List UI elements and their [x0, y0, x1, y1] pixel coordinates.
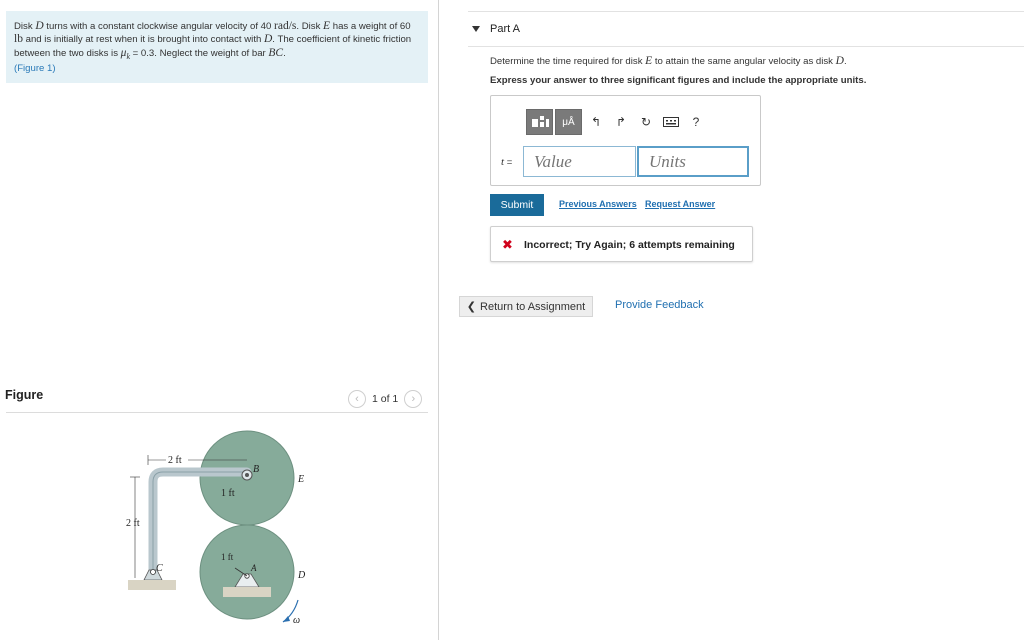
help-button[interactable]: ?: [685, 111, 707, 133]
reset-icon[interactable]: ↻: [635, 111, 657, 133]
units-input[interactable]: [637, 146, 749, 177]
figure-title: Figure: [5, 388, 44, 402]
dim-bar-label: 1 ft: [221, 488, 235, 499]
x-icon: ✖: [502, 237, 513, 252]
chevron-right-icon[interactable]: ›: [404, 390, 423, 408]
dim-left-label: 2 ft: [126, 518, 140, 529]
return-label: Return to Assignment: [480, 300, 586, 313]
disk-d: [199, 524, 295, 620]
chevron-left-icon: ❮: [466, 301, 477, 313]
figure-link[interactable]: (Figure 1): [14, 63, 56, 74]
previous-answers-link[interactable]: Previous Answers: [559, 199, 637, 209]
problem-statement: Disk D turns with a constant clockwise a…: [6, 11, 428, 83]
value-input[interactable]: [523, 146, 636, 177]
caret-down-icon[interactable]: [472, 26, 480, 32]
answer-instructions: Express your answer to three significant…: [490, 75, 867, 86]
label-omega: ω: [293, 615, 300, 626]
label-a: A: [250, 563, 257, 573]
request-answer-link[interactable]: Request Answer: [645, 199, 715, 209]
feedback-message: ✖ Incorrect; Try Again; 6 attempts remai…: [490, 226, 753, 262]
answer-box: μÅ ↰ ↱ ↻ ? t =: [490, 95, 761, 186]
submit-button[interactable]: Submit: [490, 194, 544, 216]
pane-divider: [438, 0, 439, 640]
provide-feedback-link[interactable]: Provide Feedback: [615, 299, 704, 311]
page-indicator: 1 of 1: [372, 393, 399, 405]
label-c: C: [156, 563, 163, 574]
feedback-text: Incorrect; Try Again; 6 attempts remaini…: [524, 239, 735, 251]
return-to-assignment-button[interactable]: ❮ Return to Assignment: [459, 296, 593, 317]
chevron-left-icon[interactable]: ‹: [348, 390, 366, 408]
dim-top-label: 2 ft: [168, 455, 182, 466]
question-text: Determine the time required for disk E t…: [490, 55, 847, 67]
variable-label: t =: [501, 156, 513, 168]
part-label: Part A: [490, 23, 520, 35]
equation-toolbar: μÅ ↰ ↱ ↻ ?: [526, 109, 707, 135]
keyboard-icon[interactable]: [660, 111, 682, 133]
undo-icon[interactable]: ↰: [585, 111, 607, 133]
label-b: B: [253, 464, 259, 475]
figure-pager: ‹ 1 of 1 ›: [348, 390, 423, 408]
figure-divider: [6, 412, 428, 413]
units-symbol-button[interactable]: μÅ: [555, 109, 582, 135]
ground-c: [128, 580, 176, 590]
ground-a: [223, 587, 271, 597]
redo-icon[interactable]: ↱: [610, 111, 632, 133]
mechanism-diagram: 2 ft 2 ft 1 ft 1 ft B C E A D ω: [126, 430, 306, 626]
dim-low-label: 1 ft: [221, 552, 234, 562]
label-d: D: [297, 570, 306, 581]
templates-icon[interactable]: [526, 109, 553, 135]
part-a-header[interactable]: Part A: [468, 11, 1024, 47]
label-e: E: [297, 474, 304, 485]
